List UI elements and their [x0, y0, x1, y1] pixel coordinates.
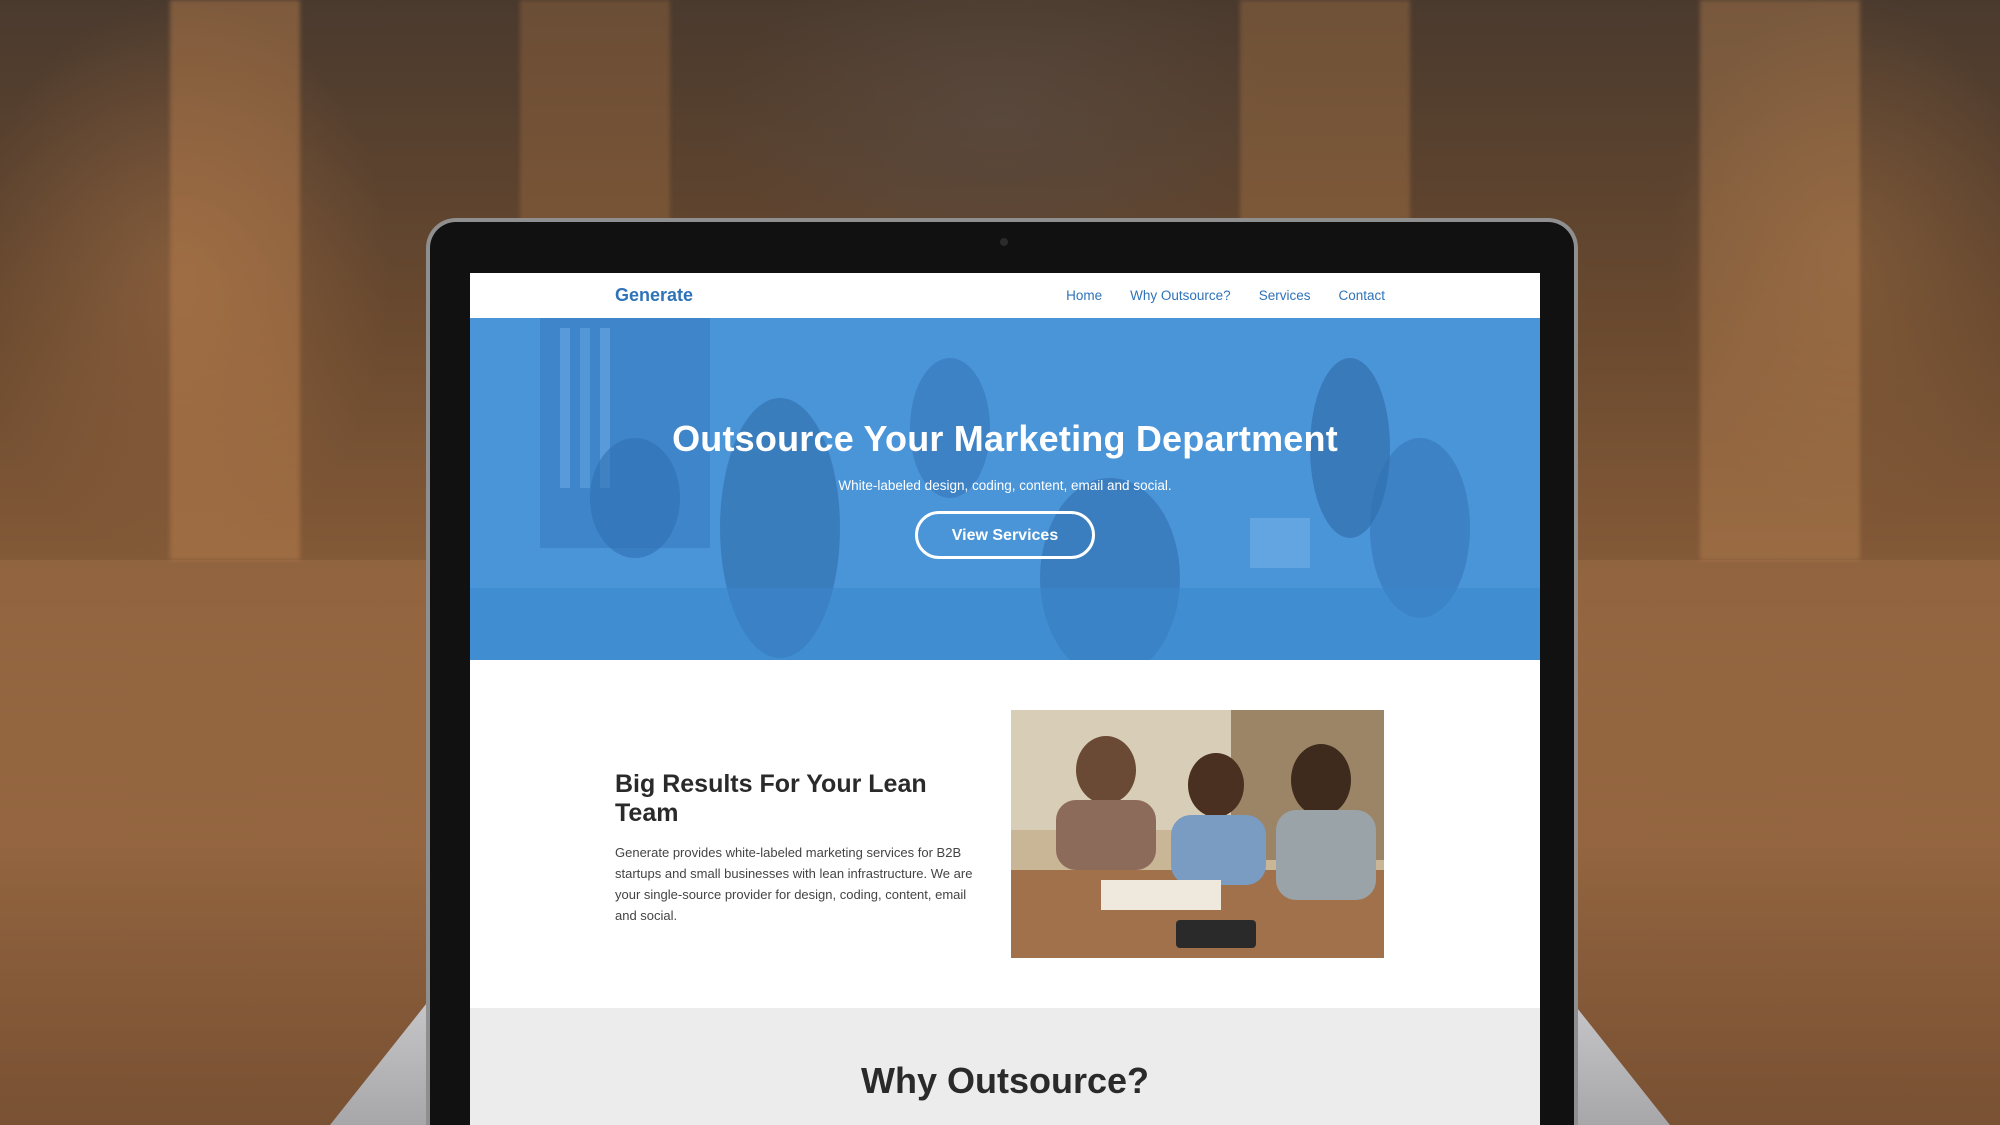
laptop-screen: Generate Home Why Outsource? Services Co…: [470, 273, 1540, 1125]
hero-section: Outsource Your Marketing Department Whit…: [470, 318, 1540, 660]
hero-subtitle: White-labeled design, coding, content, e…: [838, 478, 1172, 493]
site-logo[interactable]: Generate: [615, 285, 693, 306]
nav-link-contact[interactable]: Contact: [1338, 288, 1385, 303]
why-outsource-section: Why Outsource?: [470, 1008, 1540, 1125]
hero-title: Outsource Your Marketing Department: [672, 418, 1338, 459]
nav-link-services[interactable]: Services: [1259, 288, 1311, 303]
camera-icon: [1000, 238, 1008, 246]
nav-link-why-outsource[interactable]: Why Outsource?: [1130, 288, 1231, 303]
intro-body: Generate provides white-labeled marketin…: [615, 845, 973, 923]
intro-section: Big Results For Your Lean Team Generate …: [470, 660, 1540, 1008]
top-nav: Generate Home Why Outsource? Services Co…: [470, 273, 1540, 318]
why-outsource-title: Why Outsource?: [860, 1060, 1150, 1101]
team-meeting-photo: [1011, 710, 1384, 958]
view-services-button[interactable]: View Services: [914, 511, 1096, 559]
nav-link-home[interactable]: Home: [1066, 288, 1102, 303]
intro-title: Big Results For Your Lean Team: [615, 770, 927, 827]
nav-links: Home Why Outsource? Services Contact: [1066, 288, 1385, 303]
